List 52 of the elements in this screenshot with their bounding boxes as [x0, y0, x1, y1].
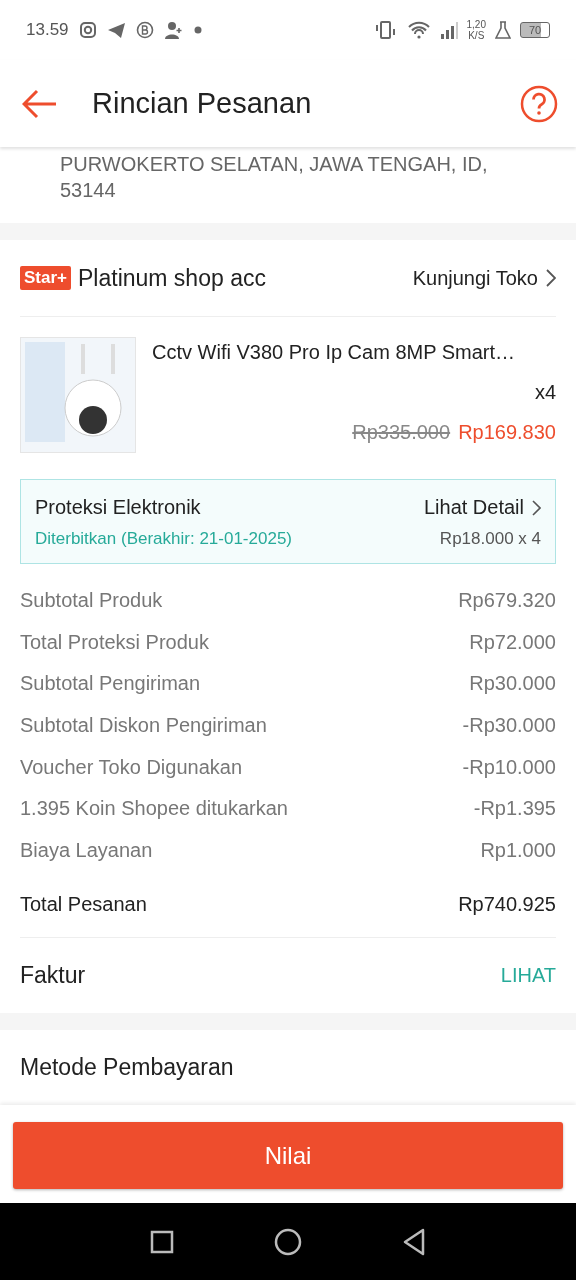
protection-price: Rp18.000 x 4	[439, 529, 541, 549]
summary-value: -Rp10.000	[462, 755, 556, 779]
total-value: Rp740.925	[458, 892, 556, 916]
battery-level: 70	[520, 22, 550, 38]
wifi-icon	[406, 21, 431, 39]
flask-icon	[495, 21, 511, 39]
summary-value: -Rp30.000	[462, 714, 556, 738]
summary-label: Biaya Layanan	[20, 838, 153, 862]
summary-value: Rp30.000	[469, 672, 556, 696]
paper-plane-icon	[106, 21, 126, 39]
protection-title: Proteksi Elektronik	[35, 496, 202, 519]
summary-label: Subtotal Produk	[20, 589, 163, 613]
shop-name: Platinum shop acc	[78, 264, 267, 292]
signal-icon	[439, 21, 458, 39]
page-title: Rincian Pesanan	[92, 87, 313, 120]
product-price: Rp169.830	[458, 421, 556, 444]
summary-label: Total Proteksi Produk	[20, 630, 209, 654]
original-price: Rp335.000	[352, 421, 451, 444]
chat-bubble-icon	[135, 21, 154, 39]
summary-label: Subtotal Pengiriman	[20, 672, 201, 696]
address-text: PURWOKERTO SELATAN, JAWA TENGAH, ID, 53144	[60, 152, 489, 203]
camera-app-icon	[78, 21, 97, 39]
chevron-right-icon	[546, 269, 556, 287]
summary-label: 1.395 Koin Shopee ditukarkan	[20, 797, 288, 821]
network-speed-unit: K/S	[468, 30, 485, 41]
add-person-icon	[163, 21, 184, 39]
chevron-right-icon	[532, 499, 541, 516]
rate-button[interactable]: Nilai	[13, 1122, 563, 1189]
network-speed: 1,20	[466, 19, 486, 30]
vibrate-icon	[373, 21, 398, 39]
summary-value: -Rp1.395	[473, 797, 556, 821]
help-button[interactable]	[520, 84, 558, 123]
summary-label: Voucher Toko Digunakan	[20, 755, 242, 779]
summary-value: Rp72.000	[469, 630, 556, 654]
back-nav-button[interactable]	[402, 1227, 426, 1256]
protection-status: Diterbitkan (Berakhir: 21-01-2025)	[35, 529, 293, 549]
home-button[interactable]	[274, 1227, 302, 1256]
invoice-label: Faktur	[20, 962, 86, 990]
summary-label: Subtotal Diskon Pengiriman	[20, 714, 267, 738]
shop-badge: Star+	[20, 266, 71, 290]
summary-value: Rp1.000	[480, 838, 556, 862]
view-detail-link[interactable]: Lihat Detail	[423, 496, 541, 519]
product-quantity: x4	[534, 381, 556, 404]
visit-shop-link[interactable]: Kunjungi Toko	[412, 266, 556, 290]
payment-method-title: Metode Pembayaran	[20, 1054, 234, 1082]
back-button[interactable]	[22, 88, 58, 119]
product-name: Cctv Wifi V380 Pro Ip Cam 8MP Smart…	[152, 341, 517, 364]
total-label: Total Pesanan	[20, 892, 147, 916]
dot-icon	[193, 26, 202, 34]
recent-apps-button[interactable]	[150, 1229, 174, 1254]
status-time: 13.59	[26, 20, 69, 40]
summary-value: Rp679.320	[458, 589, 556, 613]
